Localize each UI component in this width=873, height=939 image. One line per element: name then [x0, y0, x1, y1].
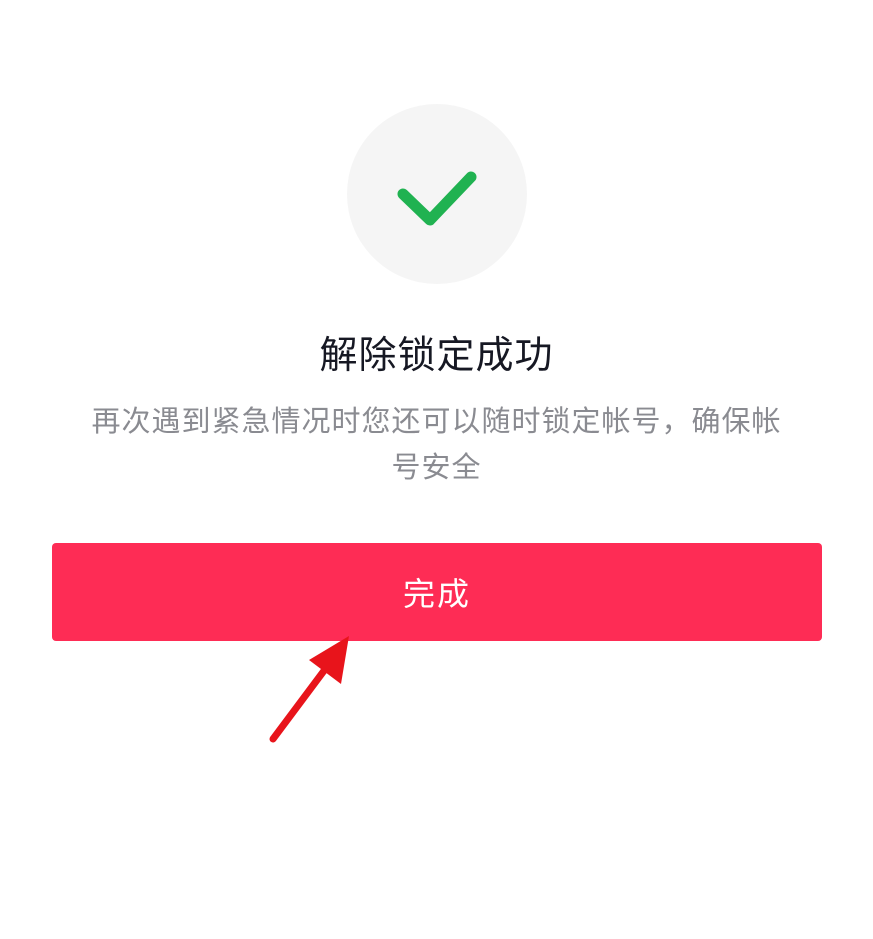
- page-title: 解除锁定成功: [319, 333, 554, 377]
- checkmark-icon: [397, 171, 477, 226]
- success-icon-badge: [347, 104, 527, 284]
- result-description: 再次遇到紧急情况时您还可以随时锁定帐号，确保帐号安全: [91, 404, 782, 484]
- done-button[interactable]: 完成: [52, 543, 822, 641]
